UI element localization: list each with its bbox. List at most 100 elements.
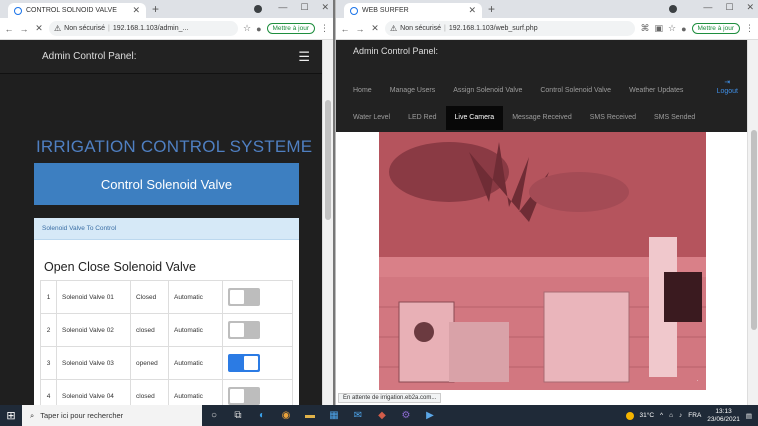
window-controls: — ☐ ✕ [278, 2, 329, 13]
menu-dots-icon[interactable]: ⋮ [320, 23, 329, 34]
back-icon[interactable]: ← [340, 24, 350, 34]
file-explorer-icon[interactable]: ▬ [298, 410, 322, 421]
volume-icon[interactable]: ♪ [679, 412, 682, 419]
tray-chevron-icon[interactable]: ^ [660, 412, 663, 419]
extension-icon[interactable]: ▣ [654, 23, 663, 34]
close-window-icon[interactable]: ✕ [746, 2, 754, 13]
toggle-knob [244, 356, 258, 370]
close-tab-icon[interactable]: ✕ [132, 5, 140, 16]
valve-toggle[interactable] [228, 321, 260, 339]
url-input[interactable]: ⚠ Non sécurisé | 192.168.1.103/web_surf.… [385, 21, 636, 36]
profile-icon[interactable]: ● [256, 24, 261, 34]
logout-link[interactable]: ⇥ Logout [717, 78, 738, 96]
stop-icon[interactable]: ✕ [34, 23, 44, 34]
network-icon[interactable]: ⌂ [669, 412, 673, 419]
insecure-label: Non sécurisé [64, 25, 106, 32]
url-text: 192.168.1.103/web_surf.php [448, 25, 538, 32]
right-browser-window: WEB SURFER ✕ + — ☐ ✕ ← → ✕ ⚠ Non sécuris… [335, 0, 758, 405]
menu-dots-icon[interactable]: ⋮ [745, 23, 754, 34]
valve-number: 3 [40, 346, 57, 380]
nav-message-received[interactable]: Message Received [503, 106, 581, 130]
nav-live-camera[interactable]: Live Camera [445, 106, 504, 130]
minimize-icon[interactable]: — [703, 2, 712, 13]
recording-indicator-icon [669, 5, 677, 13]
nav-led-red[interactable]: LED Red [399, 106, 445, 130]
nav-row-2: Water Level LED Red Live Camera Message … [344, 106, 704, 130]
mail-icon[interactable]: ✉ [346, 410, 370, 421]
update-button[interactable]: Mettre à jour [266, 23, 315, 34]
nav-assign-solenoid-valve[interactable]: Assign Solenoid Valve [444, 79, 531, 103]
maximize-icon[interactable]: ☐ [300, 2, 308, 13]
store-icon[interactable]: ▦ [322, 410, 346, 421]
chrome-icon[interactable]: ◉ [274, 410, 298, 421]
right-browser-tab[interactable]: WEB SURFER ✕ [344, 3, 482, 18]
search-placeholder: Taper ici pour rechercher [40, 411, 124, 420]
star-icon[interactable]: ☆ [243, 23, 251, 34]
stop-icon[interactable]: ✕ [370, 23, 380, 34]
nav-weather-updates[interactable]: Weather Updates [620, 79, 692, 103]
valve-panel: Solenoid Valve To Control Open Close Sol… [34, 218, 299, 405]
scrollbar-thumb[interactable] [751, 130, 757, 330]
app-icon[interactable]: ◆ [370, 410, 394, 421]
new-tab-icon[interactable]: + [152, 2, 159, 16]
url-input[interactable]: ⚠ Non sécurisé | 192.168.1.103/admin_... [49, 21, 238, 36]
network-app-icon[interactable]: ⚙ [394, 410, 418, 421]
table-row: 1 Solenoid Valve 01 Closed Automatic [40, 280, 293, 314]
valve-name: Solenoid Valve 03 [56, 346, 131, 380]
left-page-content: Admin Control Panel: ☰ IRRIGATION CONTRO… [0, 40, 322, 405]
valve-mode: Automatic [168, 280, 223, 314]
valve-status: closed [130, 313, 169, 347]
navbar-title: Admin Control Panel: [353, 46, 439, 56]
scrollbar-thumb[interactable] [325, 100, 331, 220]
nav-control-solenoid-valve[interactable]: Control Solenoid Valve [531, 79, 620, 103]
toggle-knob [230, 290, 244, 304]
url-separator: | [444, 25, 446, 32]
back-icon[interactable]: ← [4, 24, 14, 34]
forward-icon[interactable]: → [19, 24, 29, 34]
notifications-icon[interactable]: ▤ [746, 412, 752, 420]
terminal-icon[interactable]: ▶ [418, 410, 442, 421]
close-tab-icon[interactable]: ✕ [468, 5, 476, 16]
recording-indicator-icon [254, 5, 262, 13]
left-browser-tab[interactable]: CONTROL SOLNOID VALVE ✕ [8, 3, 146, 18]
left-scrollbar[interactable] [322, 40, 333, 405]
navbar-title: Admin Control Panel: [42, 51, 137, 62]
toggle-knob [230, 323, 244, 337]
nav-water-level[interactable]: Water Level [344, 106, 399, 130]
task-view-icon[interactable]: ⧉ [226, 410, 250, 421]
new-tab-icon[interactable]: + [488, 2, 495, 16]
minimize-icon[interactable]: — [278, 2, 287, 13]
translate-icon[interactable]: ⌘ [640, 23, 649, 34]
nav-home[interactable]: Home [344, 79, 381, 103]
clock[interactable]: 13:13 23/06/2021 [707, 408, 740, 424]
nav-sms-sended[interactable]: SMS Sended [645, 106, 704, 130]
cortana-icon[interactable]: ○ [202, 410, 226, 421]
system-tray: 31°C ^ ⌂ ♪ FRA 13:13 23/06/2021 ▤ [625, 408, 758, 424]
right-scrollbar[interactable] [747, 40, 758, 405]
panel-header: Solenoid Valve To Control [34, 218, 299, 240]
taskbar-search-input[interactable]: ⌕ Taper ici pour rechercher [22, 405, 202, 426]
language-indicator[interactable]: FRA [688, 412, 701, 419]
weather-icon[interactable] [625, 411, 634, 420]
forward-icon[interactable]: → [355, 24, 365, 34]
windows-start-icon[interactable]: ⊞ [0, 409, 22, 422]
valve-mode: Automatic [168, 313, 223, 347]
nav-sms-received[interactable]: SMS Received [581, 106, 645, 130]
update-button[interactable]: Mettre à jour [691, 23, 740, 34]
maximize-icon[interactable]: ☐ [725, 2, 733, 13]
hamburger-menu-icon[interactable]: ☰ [298, 49, 310, 65]
nav-manage-users[interactable]: Manage Users [381, 79, 445, 103]
camera-timestamp-overlay: . [696, 377, 700, 383]
logout-label: Logout [716, 88, 738, 95]
close-window-icon[interactable]: ✕ [321, 2, 329, 13]
valve-toggle[interactable] [228, 288, 260, 306]
temperature[interactable]: 31°C [640, 412, 655, 419]
edge-icon[interactable]: ◐ [250, 410, 274, 421]
valve-toggle[interactable] [228, 387, 260, 405]
star-icon[interactable]: ☆ [668, 23, 676, 34]
right-tabstrip: WEB SURFER ✕ + — ☐ ✕ [336, 0, 758, 18]
toggle-cell [222, 280, 293, 314]
left-address-bar: ← → ✕ ⚠ Non sécurisé | 192.168.1.103/adm… [0, 18, 333, 40]
valve-toggle[interactable] [228, 354, 260, 372]
profile-icon[interactable]: ● [681, 24, 686, 34]
